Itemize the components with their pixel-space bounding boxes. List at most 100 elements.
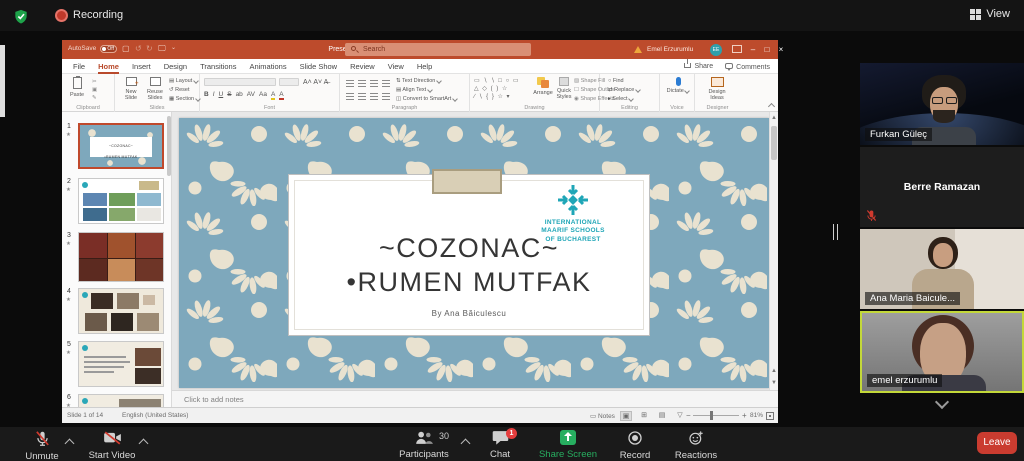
align-left-icon[interactable] (346, 93, 354, 100)
tab-view[interactable]: View (388, 59, 404, 74)
fit-to-window-icon[interactable] (766, 412, 774, 420)
qat-dropdown-icon[interactable]: ⌄ (171, 44, 176, 51)
slide-3-thumbnail[interactable] (78, 232, 164, 282)
notes-area[interactable]: Click to add notes (172, 390, 778, 407)
align-right-icon[interactable] (370, 93, 378, 100)
current-slide[interactable]: INTERNATIONAL MAARIF SCHOOLS OF BUCHARES… (179, 118, 769, 388)
language-indicator[interactable]: English (United States) (122, 412, 188, 419)
underline-button[interactable]: U (219, 91, 224, 98)
new-slide-button[interactable]: New Slide (119, 77, 143, 101)
record-button[interactable]: Record (610, 430, 660, 461)
previous-slide-icon[interactable]: ▲ (771, 368, 777, 374)
reset-button[interactable]: ↺ Reset (169, 87, 190, 93)
participant-tile-berre[interactable]: Berre Ramazan (860, 147, 1024, 227)
slide-6-thumbnail[interactable] (78, 394, 164, 407)
justify-icon[interactable] (382, 93, 390, 100)
autosave-toggle[interactable]: Off (100, 45, 117, 53)
cut-icon[interactable]: ✂ (92, 79, 97, 85)
scrollbar-thumb[interactable] (771, 126, 777, 160)
section-button[interactable]: ▦ Section (169, 96, 200, 102)
participant-tile-emel[interactable]: emel erzurumlu (860, 311, 1024, 393)
align-text-button[interactable]: ▤ Align Text (396, 87, 432, 93)
arrange-button[interactable]: Arrange (532, 77, 554, 96)
convert-smartart-button[interactable]: ◫ Convert to SmartArt (396, 96, 457, 102)
shapes-gallery[interactable]: ▭ ∖ ∖ □ ○ ▭△ ◇ ( ) ☆∕ ∖ { } ☆ ▾ (474, 77, 538, 101)
tab-transitions[interactable]: Transitions (200, 59, 236, 74)
slide-1-thumbnail[interactable]: ~COZONAC~•RUMEN MUTFAK (78, 123, 164, 169)
unmute-button[interactable]: Unmute (16, 430, 68, 461)
leave-button[interactable]: Leave (977, 432, 1017, 454)
start-video-button[interactable]: Start Video (84, 430, 140, 461)
comments-button[interactable]: Comments (725, 63, 770, 71)
view-button[interactable]: View (970, 8, 1010, 20)
thumbnail-item-3[interactable]: 3★ (62, 232, 172, 284)
highlight-color-button[interactable]: A (271, 91, 275, 100)
tab-review[interactable]: Review (350, 59, 375, 74)
replace-button[interactable]: ⇄ Replace (608, 87, 640, 93)
tab-home[interactable]: Home (98, 59, 119, 74)
participant-tile-ana[interactable]: Ana Maria Baicule... (860, 229, 1024, 309)
title-card[interactable]: INTERNATIONAL MAARIF SCHOOLS OF BUCHARES… (289, 175, 649, 335)
grow-shrink-font-buttons[interactable]: A˄ A˅ A̶ (303, 79, 328, 86)
reactions-button[interactable]: Reactions (668, 430, 724, 461)
copy-icon[interactable]: ▣ (92, 87, 97, 93)
text-shadow-button[interactable]: ab (236, 91, 243, 98)
tab-slideshow[interactable]: Slide Show (300, 59, 338, 74)
font-name-box[interactable] (204, 78, 276, 86)
slideshow-view-button[interactable]: ▽ (674, 411, 686, 421)
slide-4-thumbnail[interactable] (78, 288, 164, 334)
chat-button[interactable]: 1 Chat (478, 430, 522, 460)
bold-button[interactable]: B (204, 91, 209, 98)
next-slide-icon[interactable]: ▼ (771, 380, 777, 386)
numbering-icon[interactable] (358, 80, 366, 87)
undo-icon[interactable]: ↺ (135, 44, 142, 53)
normal-view-button[interactable]: ▣ (620, 411, 632, 421)
notes-toggle-button[interactable]: ▭ Notes (590, 412, 615, 420)
tab-help[interactable]: Help (417, 59, 432, 74)
thumbnail-item-6[interactable]: 6★ (62, 394, 172, 407)
participant-tile-furkan[interactable]: Furkan Güleç (860, 63, 1024, 145)
paste-button[interactable]: Paste (70, 77, 84, 98)
participants-options-chevron[interactable] (461, 439, 471, 449)
participants-button[interactable]: 30 Participants (393, 430, 455, 460)
restore-button[interactable]: □ (760, 40, 774, 59)
format-painter-icon[interactable]: ✎ (92, 95, 97, 101)
share-button[interactable]: Share (684, 63, 713, 70)
thumbnail-item-4[interactable]: 4★ (62, 288, 172, 338)
zoom-slider-thumb[interactable] (710, 411, 713, 420)
reading-view-button[interactable]: ▤ (656, 411, 668, 421)
font-color-button[interactable]: A (279, 91, 283, 100)
redo-icon[interactable]: ↻ (146, 44, 153, 53)
tab-animations[interactable]: Animations (249, 59, 286, 74)
tab-insert[interactable]: Insert (132, 59, 151, 74)
reuse-slides-button[interactable]: Reuse Slides (143, 77, 167, 101)
strikethrough-button[interactable]: S (227, 91, 231, 98)
sidebar-drag-handle[interactable] (833, 224, 838, 240)
indent-icon[interactable] (370, 80, 378, 87)
zoom-in-button[interactable]: + (742, 411, 747, 420)
align-center-icon[interactable] (358, 93, 366, 100)
bullets-icon[interactable] (346, 80, 354, 87)
search-input[interactable]: Search (345, 43, 531, 56)
layout-button[interactable]: ▤ Layout (169, 78, 198, 84)
thumbnail-item-1[interactable]: 1★ ~COZONAC~•RUMEN MUTFAK (62, 123, 172, 173)
thumbnail-item-5[interactable]: 5★ (62, 341, 172, 391)
slide-2-thumbnail[interactable] (78, 178, 164, 224)
text-direction-button[interactable]: ⇅ Text Direction (396, 78, 441, 84)
line-spacing-icon[interactable] (382, 80, 390, 87)
collapse-ribbon-icon[interactable] (768, 103, 775, 110)
zoom-percentage[interactable]: 81% (750, 412, 763, 419)
scroll-up-icon[interactable]: ▲ (771, 115, 777, 121)
collapse-sidebar-button[interactable] (860, 397, 1024, 407)
start-slideshow-icon[interactable]: 🖵 (158, 44, 166, 54)
ribbon-display-options-icon[interactable] (732, 45, 742, 53)
share-screen-button[interactable]: Share Screen (535, 430, 601, 460)
close-button[interactable]: × (774, 40, 788, 59)
dictate-button[interactable]: Dictate (665, 77, 691, 94)
design-ideas-button[interactable]: Design Ideas (701, 77, 733, 101)
warning-icon[interactable] (634, 46, 642, 53)
select-button[interactable]: ▸ Select (608, 96, 633, 102)
save-icon[interactable]: ▢ (122, 44, 130, 53)
slide-5-thumbnail[interactable] (78, 341, 164, 387)
change-case-button[interactable]: Aa (259, 91, 267, 98)
